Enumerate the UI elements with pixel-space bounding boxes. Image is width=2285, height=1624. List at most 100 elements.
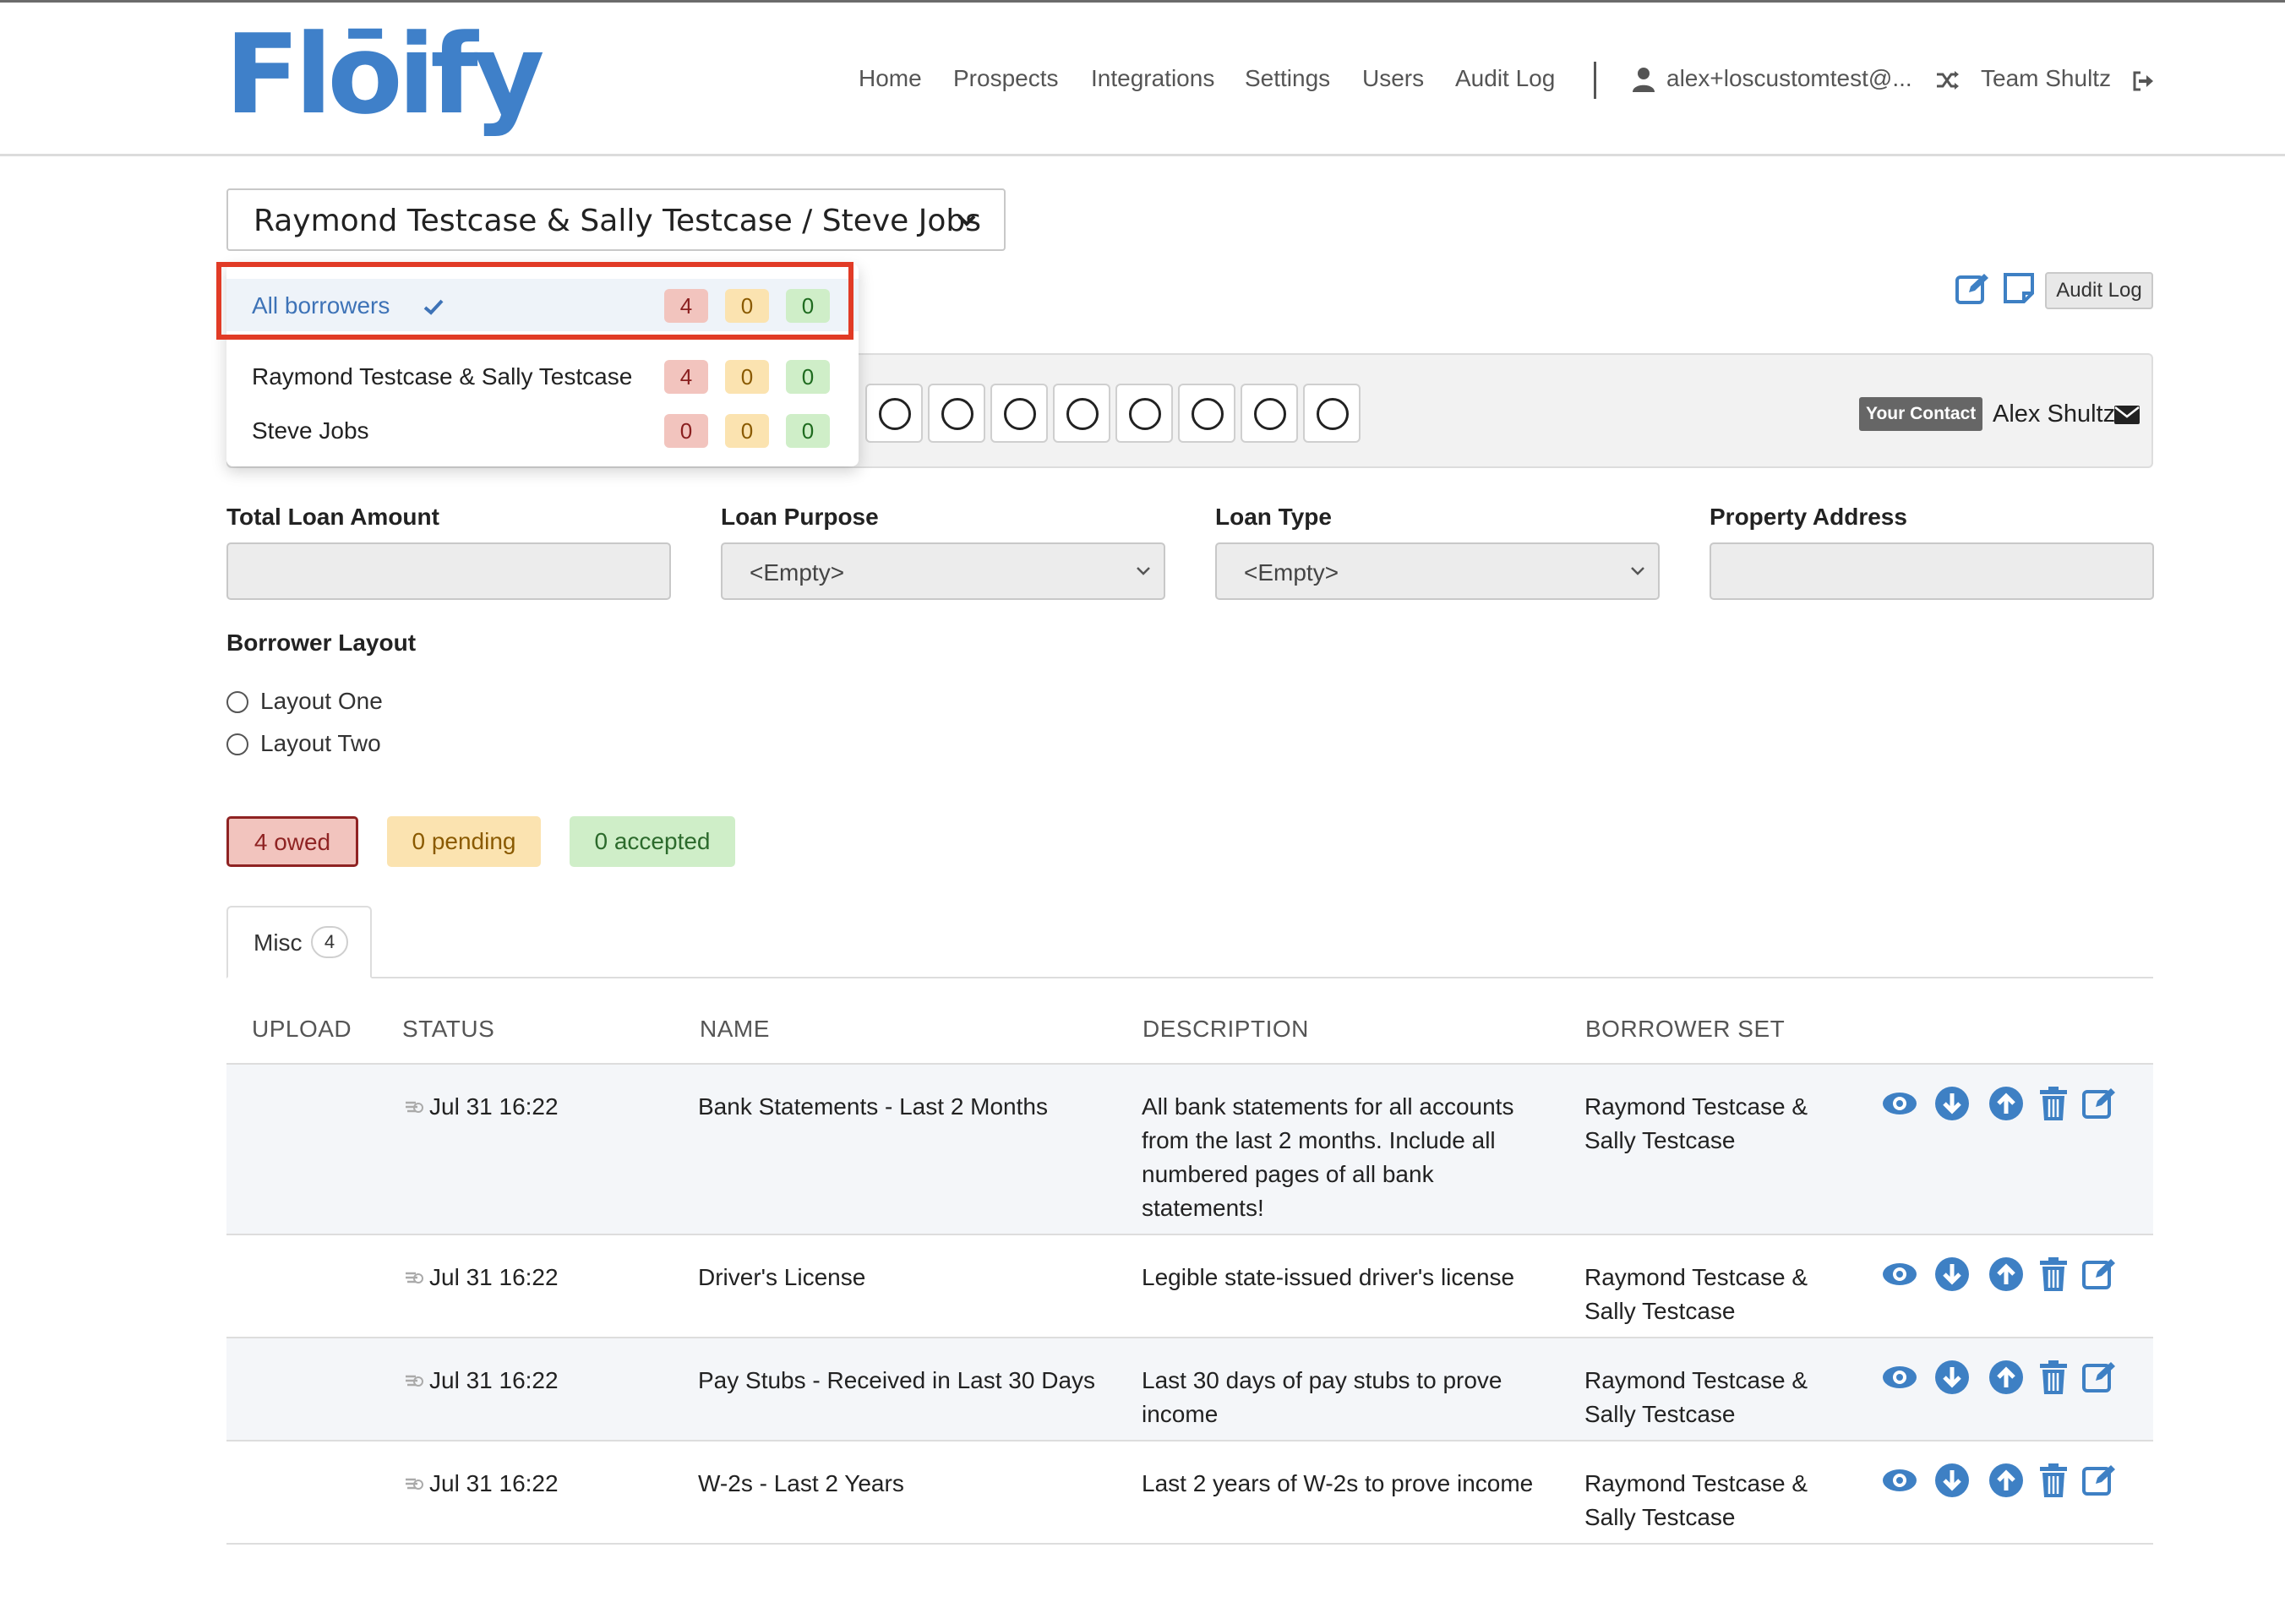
chevron-down-icon bbox=[957, 215, 976, 226]
milestone-step[interactable] bbox=[1178, 384, 1235, 443]
owed-count-pill: 4 bbox=[664, 360, 708, 394]
eye-icon[interactable] bbox=[1881, 1359, 1918, 1396]
loan-type-label: Loan Type bbox=[1215, 504, 1332, 530]
column-header-name[interactable]: NAME bbox=[700, 1016, 770, 1043]
borrower-set: Raymond Testcase & Sally Testcase bbox=[1584, 1470, 1808, 1530]
dropdown-item-steve-jobs[interactable]: Steve Jobs 0 0 0 bbox=[226, 404, 859, 456]
trash-icon[interactable] bbox=[2035, 1359, 2072, 1396]
milestone-step[interactable] bbox=[865, 384, 923, 443]
dropdown-item-label: Steve Jobs bbox=[252, 417, 369, 444]
download-icon[interactable] bbox=[1933, 1359, 1971, 1396]
sign-out-icon[interactable] bbox=[2131, 70, 2155, 92]
edit-icon[interactable] bbox=[2080, 1462, 2118, 1499]
milestone-step[interactable] bbox=[1241, 384, 1298, 443]
owed-count-pill: 0 bbox=[664, 414, 708, 448]
loan-purpose-select[interactable]: <Empty> bbox=[721, 542, 1165, 600]
tab-misc[interactable]: Misc 4 bbox=[226, 906, 372, 978]
header: Flōify Home Prospects Integrations Setti… bbox=[0, 3, 2285, 156]
column-header-borrower-set[interactable]: BORROWER SET bbox=[1585, 1016, 1785, 1043]
owed-filter-chip[interactable]: 4 owed bbox=[226, 816, 358, 867]
nav-divider bbox=[1594, 62, 1596, 99]
check-icon bbox=[423, 299, 444, 315]
nav-prospects[interactable]: Prospects bbox=[953, 65, 1059, 92]
total-loan-amount-input[interactable] bbox=[226, 542, 671, 600]
floify-logo[interactable]: Flōify bbox=[225, 19, 545, 129]
nav-audit-log[interactable]: Audit Log bbox=[1455, 65, 1555, 92]
upload-icon[interactable] bbox=[1988, 1462, 2025, 1499]
radio-button[interactable] bbox=[226, 733, 248, 755]
document-name: W-2s - Last 2 Years bbox=[698, 1470, 904, 1496]
nav-users[interactable]: Users bbox=[1362, 65, 1424, 92]
pending-count-pill: 0 bbox=[725, 414, 769, 448]
status-cell: Jul 31 16:22 bbox=[402, 1261, 559, 1294]
milestone-step[interactable] bbox=[1115, 384, 1173, 443]
edit-icon[interactable] bbox=[2080, 1085, 2118, 1122]
upload-icon[interactable] bbox=[1988, 1085, 2025, 1122]
milestone-step[interactable] bbox=[990, 384, 1048, 443]
your-contact-badge: Your Contact bbox=[1859, 397, 1983, 431]
status-cell: Jul 31 16:22 bbox=[402, 1467, 559, 1501]
status-cell: Jul 31 16:22 bbox=[402, 1090, 559, 1124]
table-row[interactable]: Jul 31 16:22 Bank Statements - Last 2 Mo… bbox=[226, 1065, 2153, 1235]
circle-icon bbox=[1192, 398, 1224, 430]
pending-count-pill: 0 bbox=[725, 289, 769, 323]
status-timestamp: Jul 31 16:22 bbox=[429, 1093, 559, 1120]
row-actions bbox=[1881, 1085, 2135, 1122]
nav-settings[interactable]: Settings bbox=[1245, 65, 1330, 92]
download-icon[interactable] bbox=[1933, 1256, 1971, 1293]
borrower-set: Raymond Testcase & Sally Testcase bbox=[1584, 1264, 1808, 1324]
note-icon[interactable] bbox=[2001, 270, 2038, 308]
row-actions bbox=[1881, 1256, 2135, 1293]
pending-filter-chip[interactable]: 0 pending bbox=[387, 816, 541, 867]
eye-icon[interactable] bbox=[1881, 1256, 1918, 1293]
audit-log-button[interactable]: Audit Log bbox=[2045, 272, 2153, 309]
envelope-icon[interactable] bbox=[2114, 406, 2140, 424]
nav-user-account[interactable]: alex+loscustomtest@... bbox=[1666, 65, 1912, 92]
dropdown-item-raymond-sally[interactable]: Raymond Testcase & Sally Testcase 4 0 0 bbox=[226, 350, 859, 402]
circle-icon bbox=[941, 398, 973, 430]
accepted-count-pill: 0 bbox=[786, 360, 830, 394]
edit-icon[interactable] bbox=[1954, 270, 1991, 308]
trash-icon[interactable] bbox=[2035, 1462, 2072, 1499]
loan-type-select[interactable]: <Empty> bbox=[1215, 542, 1660, 600]
table-row[interactable]: Jul 31 16:22 Driver's License Legible st… bbox=[226, 1235, 2153, 1338]
column-header-upload[interactable]: UPLOAD bbox=[252, 1016, 352, 1043]
milestone-step[interactable] bbox=[928, 384, 985, 443]
loan-type-value: <Empty> bbox=[1244, 559, 1339, 586]
edit-icon[interactable] bbox=[2080, 1359, 2118, 1396]
radio-button[interactable] bbox=[226, 691, 248, 713]
column-header-description[interactable]: DESCRIPTION bbox=[1142, 1016, 1309, 1043]
borrower-set-selector[interactable]: Raymond Testcase & Sally Testcase / Stev… bbox=[226, 188, 1006, 251]
document-description: Last 30 days of pay stubs to prove incom… bbox=[1142, 1367, 1502, 1427]
circle-icon bbox=[1317, 398, 1349, 430]
tabs-divider bbox=[226, 977, 2153, 978]
property-address-input[interactable] bbox=[1710, 542, 2154, 600]
trash-icon[interactable] bbox=[2035, 1256, 2072, 1293]
loan-purpose-label: Loan Purpose bbox=[721, 504, 879, 530]
dropdown-item-all-borrowers[interactable]: All borrowers 4 0 0 bbox=[226, 279, 859, 331]
eye-icon[interactable] bbox=[1881, 1462, 1918, 1499]
download-icon[interactable] bbox=[1933, 1085, 1971, 1122]
nav-integrations[interactable]: Integrations bbox=[1091, 65, 1214, 92]
upload-icon[interactable] bbox=[1988, 1359, 2025, 1396]
download-icon[interactable] bbox=[1933, 1462, 1971, 1499]
nav-home[interactable]: Home bbox=[859, 65, 922, 92]
accepted-filter-chip[interactable]: 0 accepted bbox=[570, 816, 735, 867]
trash-icon[interactable] bbox=[2035, 1085, 2072, 1122]
edit-icon[interactable] bbox=[2080, 1256, 2118, 1293]
property-address-label: Property Address bbox=[1710, 504, 1907, 530]
table-row[interactable]: Jul 31 16:22 Pay Stubs - Received in Las… bbox=[226, 1338, 2153, 1441]
milestone-step[interactable] bbox=[1303, 384, 1361, 443]
document-description: Legible state-issued driver's license bbox=[1142, 1264, 1515, 1290]
eye-icon[interactable] bbox=[1881, 1085, 1918, 1122]
milestone-step[interactable] bbox=[1053, 384, 1110, 443]
nav-team[interactable]: Team Shultz bbox=[1981, 65, 2111, 92]
table-row[interactable]: Jul 31 16:22 W-2s - Last 2 Years Last 2 … bbox=[226, 1441, 2153, 1545]
hand-pointer-icon bbox=[406, 1272, 423, 1283]
upload-icon[interactable] bbox=[1988, 1256, 2025, 1293]
column-header-status[interactable]: STATUS bbox=[402, 1016, 494, 1043]
loan-purpose-value: <Empty> bbox=[750, 559, 845, 586]
selector-value: Raymond Testcase & Sally Testcase / Stev… bbox=[254, 204, 981, 238]
shuffle-icon[interactable] bbox=[1935, 70, 1961, 90]
hand-pointer-icon bbox=[406, 1478, 423, 1490]
